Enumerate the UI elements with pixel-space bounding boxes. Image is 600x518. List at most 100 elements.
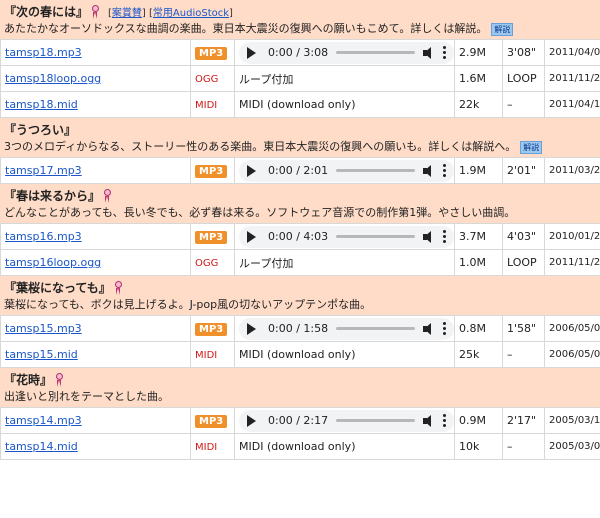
play-icon[interactable] bbox=[247, 46, 256, 59]
file-table: tamsp18.mp3 MP3 0:00 / 3:08 2.9M 3'08" 2011/0… bbox=[0, 39, 600, 118]
file-download-link[interactable]: tamsp16.mp3 bbox=[5, 230, 82, 243]
song-description: 葉桜になっても、ボクは見上げるよ。J-pop風の切ないアップテンポな曲。 bbox=[4, 296, 596, 313]
ribbon-icon bbox=[55, 372, 64, 387]
file-download-link[interactable]: tamsp17.mp3 bbox=[5, 164, 82, 177]
mp3-badge: MP3 bbox=[195, 46, 228, 60]
track-length: – bbox=[502, 433, 545, 460]
file-note: MIDI (download only) bbox=[239, 348, 356, 361]
track-length: 2'01" bbox=[502, 157, 545, 184]
file-download-link[interactable]: tamsp15.mid bbox=[5, 348, 78, 361]
upload-date: 2011/03/22 bbox=[544, 157, 600, 184]
audio-player[interactable]: 0:00 / 2:01 bbox=[239, 159, 454, 182]
audio-player[interactable]: 0:00 / 4:03 bbox=[239, 225, 454, 248]
mp3-badge: MP3 bbox=[195, 322, 228, 336]
play-icon[interactable] bbox=[247, 322, 256, 335]
file-row: tamsp16loop.ogg OGG ループ付加 1.0M LOOP 2011/11/2… bbox=[0, 249, 600, 276]
progress-bar[interactable] bbox=[336, 419, 415, 422]
track-length: – bbox=[502, 91, 545, 118]
play-icon[interactable] bbox=[247, 414, 256, 427]
audio-player[interactable]: 0:00 / 3:08 bbox=[239, 41, 454, 64]
progress-bar[interactable] bbox=[336, 51, 415, 54]
player-cell: 0:00 / 2:17 bbox=[234, 407, 455, 434]
progress-bar[interactable] bbox=[336, 235, 415, 238]
volume-icon[interactable] bbox=[423, 322, 435, 335]
file-row: tamsp16.mp3 MP3 0:00 / 4:03 3.7M 4'03" 2010/0… bbox=[0, 223, 600, 250]
song-title: 『花時』 bbox=[4, 373, 53, 387]
player-cell: MIDI (download only) bbox=[234, 91, 455, 118]
song-header: 『花時』 出逢いと別れをテーマとした曲。 bbox=[0, 368, 600, 407]
file-row: tamsp18loop.ogg OGG ループ付加 1.6M LOOP 2011/11/2… bbox=[0, 65, 600, 92]
kaisetsu-button[interactable]: 解説 bbox=[491, 22, 514, 36]
track-length: 2'17" bbox=[502, 407, 545, 434]
song-link[interactable]: 案賞賛 bbox=[112, 8, 142, 19]
player-cell: MIDI (download only) bbox=[234, 433, 455, 460]
track-length: LOOP bbox=[502, 249, 545, 276]
song-description: 出逢いと別れをテーマとした曲。 bbox=[4, 388, 596, 405]
file-name-cell: tamsp18loop.ogg bbox=[0, 65, 191, 92]
file-size: 1.9M bbox=[454, 157, 503, 184]
file-size: 0.9M bbox=[454, 407, 503, 434]
volume-icon[interactable] bbox=[423, 230, 435, 243]
file-table: tamsp15.mp3 MP3 0:00 / 1:58 0.8M 1'58" 2006/0… bbox=[0, 315, 600, 368]
ribbon-icon bbox=[103, 188, 112, 203]
song-description: どんなことがあっても、長い冬でも、必ず春は来る。ソフトウェア音源での制作第1弾。… bbox=[4, 204, 596, 221]
volume-icon[interactable] bbox=[423, 46, 435, 59]
file-table: tamsp16.mp3 MP3 0:00 / 4:03 3.7M 4'03" 2010/0… bbox=[0, 223, 600, 276]
file-download-link[interactable]: tamsp14.mp3 bbox=[5, 414, 82, 427]
play-icon[interactable] bbox=[247, 230, 256, 243]
file-row: tamsp17.mp3 MP3 0:00 / 2:01 1.9M 2'01" 2011/0… bbox=[0, 157, 600, 184]
player-cell: 0:00 / 3:08 bbox=[234, 39, 455, 66]
progress-bar[interactable] bbox=[336, 169, 415, 172]
file-download-link[interactable]: tamsp15.mp3 bbox=[5, 322, 82, 335]
player-cell: ループ付加 bbox=[234, 249, 455, 276]
file-name-cell: tamsp18.mp3 bbox=[0, 39, 191, 66]
more-options-icon[interactable] bbox=[443, 322, 446, 335]
file-size: 2.9M bbox=[454, 39, 503, 66]
audio-player[interactable]: 0:00 / 2:17 bbox=[239, 409, 454, 432]
play-icon[interactable] bbox=[247, 164, 256, 177]
mp3-badge: MP3 bbox=[195, 414, 228, 428]
file-size: 0.8M bbox=[454, 315, 503, 342]
file-download-link[interactable]: tamsp18loop.ogg bbox=[5, 72, 101, 85]
file-row: tamsp14.mid MIDI MIDI (download only) 10k –2… bbox=[0, 433, 600, 460]
volume-icon[interactable] bbox=[423, 164, 435, 177]
file-row: tamsp15.mid MIDI MIDI (download only) 25k –2… bbox=[0, 341, 600, 368]
song-title: 『葉桜になっても』 bbox=[4, 281, 111, 295]
playback-time: 0:00 / 1:58 bbox=[268, 322, 329, 335]
file-download-link[interactable]: tamsp18.mid bbox=[5, 98, 78, 111]
more-options-icon[interactable] bbox=[443, 46, 446, 59]
file-name-cell: tamsp15.mid bbox=[0, 341, 191, 368]
more-options-icon[interactable] bbox=[443, 164, 446, 177]
song-header: 『葉桜になっても』 葉桜になっても、ボクは見上げるよ。J-pop風の切ないアップテ… bbox=[0, 276, 600, 315]
format-cell: MP3 bbox=[190, 407, 235, 434]
ribbon-icon bbox=[114, 280, 123, 295]
song-link[interactable]: 常用AudioStock bbox=[153, 8, 229, 19]
format-cell: MIDI bbox=[190, 91, 235, 118]
ribbon-icon bbox=[91, 4, 100, 19]
file-download-link[interactable]: tamsp14.mid bbox=[5, 440, 78, 453]
song-title: 『次の春には』 bbox=[4, 5, 89, 19]
more-options-icon[interactable] bbox=[443, 230, 446, 243]
more-options-icon[interactable] bbox=[443, 414, 446, 427]
song-header: 『春は来るから』 どんなことがあっても、長い冬でも、必ず春は来る。ソフトウェア音源… bbox=[0, 184, 600, 223]
kaisetsu-button[interactable]: 解説 bbox=[520, 140, 543, 154]
track-length: 1'58" bbox=[502, 315, 545, 342]
file-download-link[interactable]: tamsp16loop.ogg bbox=[5, 256, 101, 269]
song-title: 『うつろい』 bbox=[4, 123, 77, 137]
file-download-link[interactable]: tamsp18.mp3 bbox=[5, 46, 82, 59]
format-cell: OGG bbox=[190, 65, 235, 92]
song-title: 『春は来るから』 bbox=[4, 189, 101, 203]
file-name-cell: tamsp15.mp3 bbox=[0, 315, 191, 342]
upload-date: 2006/05/08 bbox=[544, 315, 600, 342]
playback-time: 0:00 / 2:17 bbox=[268, 414, 329, 427]
song-description: あたたかなオーソドックスな曲調の楽曲。東日本大震災の復興への願いもこめて。詳しく… bbox=[4, 20, 596, 37]
volume-icon[interactable] bbox=[423, 414, 435, 427]
track-length: 4'03" bbox=[502, 223, 545, 250]
format-cell: MP3 bbox=[190, 223, 235, 250]
upload-date: 2011/11/23 bbox=[544, 249, 600, 276]
progress-bar[interactable] bbox=[336, 327, 415, 330]
format-cell: MIDI bbox=[190, 341, 235, 368]
file-name-cell: tamsp16.mp3 bbox=[0, 223, 191, 250]
ogg-label: OGG bbox=[195, 74, 219, 85]
audio-player[interactable]: 0:00 / 1:58 bbox=[239, 317, 454, 340]
